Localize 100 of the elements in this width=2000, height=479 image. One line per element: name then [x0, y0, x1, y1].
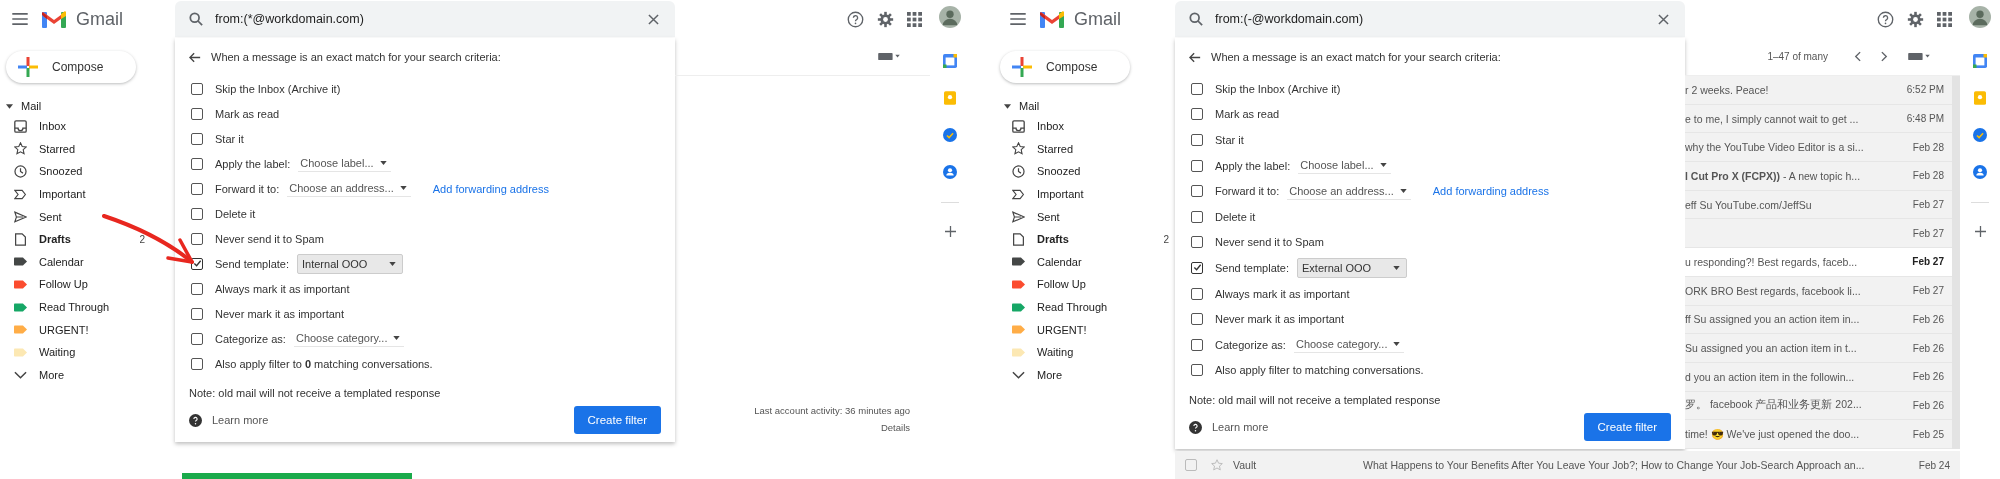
caret-icon[interactable] [6, 103, 13, 109]
checkbox[interactable] [191, 82, 203, 95]
email-row[interactable]: ff Su assigned you an action item in... Feb 26 [1685, 305, 1952, 335]
email-row[interactable]: e to me, I simply cannot wait to get ... 6:48 PM [1685, 104, 1952, 134]
nav-item[interactable]: More [1037, 368, 1175, 381]
checkbox[interactable] [1191, 185, 1203, 198]
nav-item[interactable]: Read Through [1037, 301, 1175, 314]
search-field[interactable]: from:(*@workdomain.com) [175, 1, 675, 37]
keyboard-icon[interactable] [1908, 52, 1930, 61]
nav-item[interactable]: Inbox [1037, 120, 1175, 133]
chevron-right-icon[interactable] [1881, 51, 1888, 62]
contacts-icon[interactable] [1973, 165, 1987, 179]
checkbox[interactable] [1191, 236, 1203, 249]
checkbox[interactable] [191, 282, 203, 295]
checkbox[interactable] [1191, 134, 1203, 146]
nav-item[interactable]: Waiting [39, 346, 175, 359]
apps-icon[interactable] [1937, 11, 1952, 27]
details-link[interactable]: Details [880, 422, 910, 433]
checkbox[interactable] [1191, 313, 1203, 326]
email-row[interactable]: d you an action item in the followin... Feb 26 [1685, 362, 1952, 392]
plus-icon[interactable] [944, 226, 956, 237]
star-icon[interactable] [1211, 459, 1223, 471]
apps-icon[interactable] [907, 11, 922, 27]
search-icon[interactable] [1189, 12, 1203, 26]
nav-item[interactable]: Snoozed [39, 165, 175, 178]
settings-icon[interactable] [1907, 10, 1924, 28]
checkbox[interactable] [1191, 338, 1203, 351]
email-row[interactable]: ORK BRO Best regards, facebook li... Feb 27 [1685, 276, 1952, 306]
close-icon[interactable] [648, 13, 659, 25]
dropdown[interactable]: Choose label... [298, 155, 391, 172]
compose-button[interactable]: Compose [1000, 51, 1130, 83]
email-row[interactable]: Su assigned you an action item in t... Feb 26 [1685, 334, 1952, 363]
nav-item[interactable]: Important [39, 188, 175, 201]
email-row[interactable]: Feb 27 [1685, 219, 1952, 249]
checkbox[interactable] [1191, 287, 1203, 300]
chevron-left-icon[interactable] [1854, 51, 1861, 62]
checkbox[interactable] [1191, 210, 1203, 223]
email-row[interactable]: why the YouTube Video Editor is a si... Feb 28 [1685, 133, 1952, 163]
nav-item[interactable]: More [39, 368, 175, 381]
checkbox[interactable] [191, 157, 203, 170]
contacts-icon[interactable] [943, 165, 957, 179]
create-filter-button[interactable]: Create filter [573, 406, 661, 434]
nav-item[interactable]: Starred [1037, 142, 1175, 155]
learn-more-link[interactable]: Learn more [1212, 421, 1574, 434]
help-icon[interactable] [189, 413, 202, 427]
help-icon[interactable] [1877, 10, 1894, 28]
email-row[interactable]: 罗。 facebook 产品和业务更新 202... Feb 26 [1685, 391, 1952, 421]
menu-icon[interactable] [1010, 13, 1026, 25]
checkbox[interactable] [191, 207, 203, 220]
dropdown[interactable]: Choose category... [1293, 336, 1405, 354]
checkbox[interactable] [191, 332, 203, 345]
search-icon[interactable] [189, 12, 203, 26]
checkbox[interactable] [191, 182, 203, 195]
checkbox[interactable] [191, 132, 203, 145]
keyboard-icon[interactable] [878, 52, 900, 61]
create-filter-button[interactable]: Create filter [1583, 413, 1671, 442]
back-arrow-icon[interactable] [1189, 51, 1201, 63]
link[interactable]: Add forwarding address [432, 182, 549, 195]
checkbox[interactable] [1191, 364, 1203, 377]
checkbox[interactable] [1191, 108, 1203, 121]
email-row[interactable]: eff Su YouTube.com/JeffSu Feb 27 [1685, 190, 1952, 220]
avatar[interactable] [939, 6, 961, 28]
dropdown[interactable]: Choose an address... [1287, 182, 1411, 200]
email-row[interactable]: time! 😎 We've just opened the doo... Feb 25 [1685, 420, 1952, 449]
email-row[interactable]: Vault What Happens to Your Benefits After You Leave Your Job?; How to Change Your Job-Search Approach an... Feb 24 [1175, 451, 1960, 479]
learn-more-link[interactable]: Learn more [212, 414, 564, 426]
nav-item[interactable]: URGENT! [39, 323, 175, 336]
checkbox[interactable] [191, 107, 203, 120]
checkbox[interactable] [1191, 261, 1203, 274]
close-icon[interactable] [1658, 13, 1669, 25]
dropdown[interactable]: External OOO [1297, 257, 1408, 278]
search-field[interactable]: from:(-@workdomain.com) [1175, 1, 1685, 37]
section-heading[interactable]: Mail [1019, 100, 1040, 112]
checkbox[interactable] [1185, 459, 1197, 471]
avatar[interactable] [1969, 6, 1991, 28]
plus-icon[interactable] [1974, 226, 1986, 237]
nav-item[interactable]: Drafts [39, 233, 140, 246]
email-row[interactable]: r 2 weeks. Peace! 6:52 PM [1685, 76, 1952, 105]
checkbox[interactable] [191, 357, 203, 370]
email-row[interactable]: l Cut Pro X (FCPX)) - A new topic h... Feb 28 [1685, 162, 1952, 191]
checkbox[interactable] [1191, 159, 1203, 172]
nav-item[interactable]: Sent [1037, 210, 1175, 223]
section-heading[interactable]: Mail [21, 100, 42, 112]
calendar-icon[interactable] [943, 54, 957, 68]
nav-item[interactable]: Important [1037, 188, 1175, 201]
nav-item[interactable]: Snoozed [1037, 165, 1175, 178]
nav-item[interactable]: Drafts [1037, 233, 1164, 246]
help-icon[interactable] [1189, 420, 1202, 434]
nav-item[interactable]: Calendar [1037, 255, 1175, 268]
nav-item[interactable]: Starred [39, 142, 175, 155]
calendar-icon[interactable] [1973, 54, 1987, 68]
menu-icon[interactable] [12, 13, 28, 25]
check-circle-icon[interactable] [1973, 128, 1987, 142]
dropdown[interactable]: Choose an address... [287, 180, 411, 197]
nav-item[interactable]: Sent [39, 210, 175, 223]
settings-icon[interactable] [877, 10, 894, 28]
checkbox[interactable] [191, 307, 203, 320]
nav-item[interactable]: Waiting [1037, 346, 1175, 359]
caret-icon[interactable] [1004, 103, 1011, 109]
help-icon[interactable] [847, 10, 864, 28]
